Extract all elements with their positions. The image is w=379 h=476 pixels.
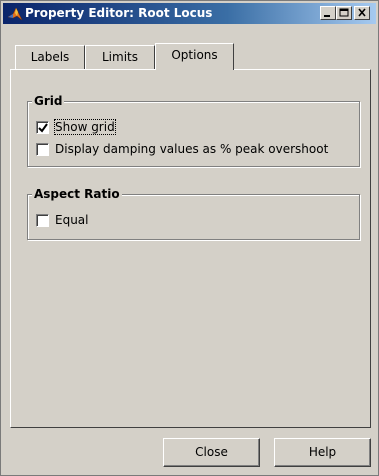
tab-limits-label: Limits xyxy=(102,50,138,64)
aspect-ratio-group-title: Aspect Ratio xyxy=(32,187,122,201)
help-button[interactable]: Help xyxy=(274,438,371,467)
damping-label: Display damping values as % peak oversho… xyxy=(55,142,329,156)
close-button-label: Close xyxy=(195,445,228,459)
help-button-label: Help xyxy=(308,445,337,459)
title-bar[interactable]: Property Editor: Root Locus xyxy=(3,3,376,24)
show-grid-box[interactable] xyxy=(36,121,49,134)
tab-labels-label: Labels xyxy=(30,50,70,64)
close-button[interactable]: Close xyxy=(163,438,260,467)
grid-group: Grid Show grid Display damping values as… xyxy=(27,94,360,167)
grid-group-title: Grid xyxy=(32,94,65,108)
equal-box[interactable] xyxy=(36,214,49,227)
tab-limits[interactable]: Limits xyxy=(85,45,155,69)
equal-label: Equal xyxy=(55,213,89,227)
damping-box[interactable] xyxy=(36,143,49,156)
tab-labels[interactable]: Labels xyxy=(15,45,85,69)
show-grid-label: Show grid xyxy=(54,119,116,135)
tab-options-label: Options xyxy=(171,48,218,62)
matlab-icon xyxy=(7,6,23,22)
window-title: Property Editor: Root Locus xyxy=(25,6,213,20)
tab-options[interactable]: Options xyxy=(155,43,234,70)
maximize-button[interactable] xyxy=(336,6,352,20)
options-panel: Grid Show grid Display damping values as… xyxy=(10,69,371,428)
checkmark-icon xyxy=(38,123,48,133)
close-window-button[interactable] xyxy=(354,6,370,20)
minimize-button[interactable] xyxy=(320,6,336,20)
aspect-ratio-group: Aspect Ratio Equal xyxy=(27,187,360,240)
property-editor-window: Property Editor: Root Locus Labels Limit… xyxy=(0,0,379,476)
